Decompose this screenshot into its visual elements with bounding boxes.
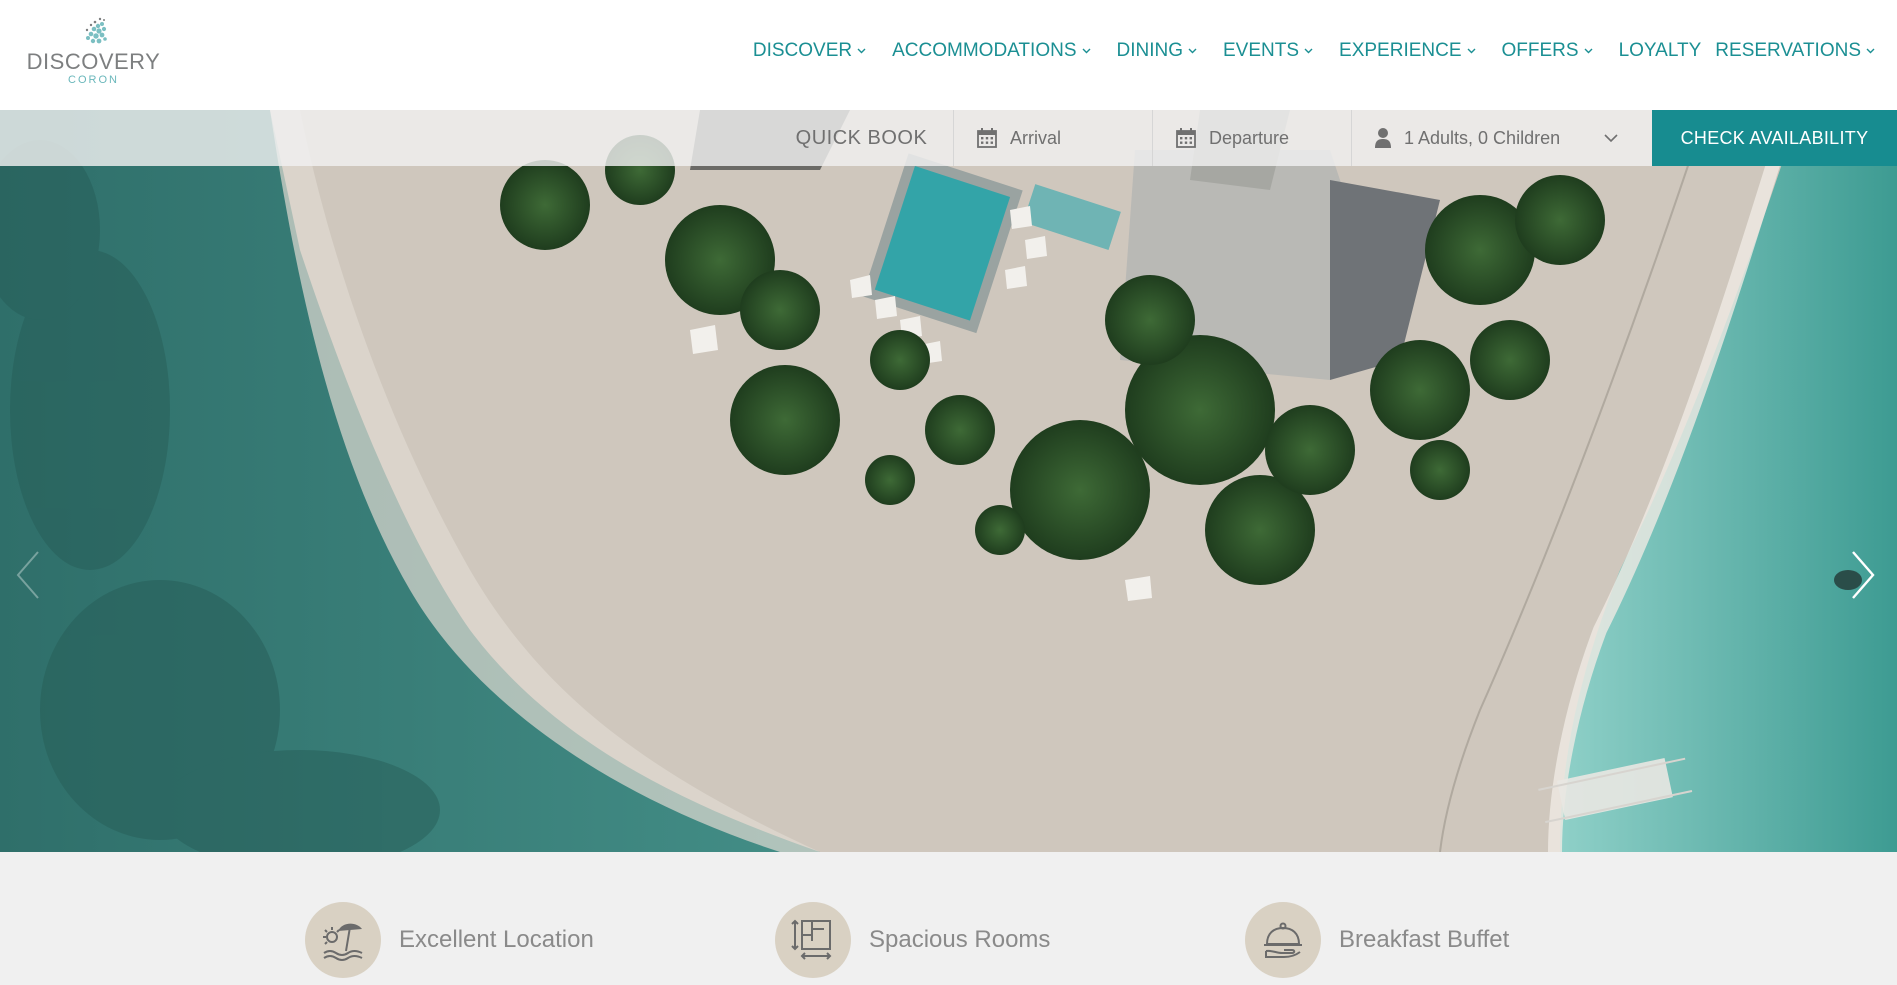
nav-label: OFFERS <box>1501 40 1579 61</box>
main-nav: DISCOVER ACCOMMODATIONS DINING EVENTS EX… <box>753 40 1875 62</box>
nav-reservations[interactable]: RESERVATIONS <box>1715 40 1875 62</box>
nav-dining[interactable]: DINING <box>1117 40 1198 62</box>
beach-umbrella-icon <box>323 923 363 961</box>
nav-events[interactable]: EVENTS <box>1223 40 1313 62</box>
departure-placeholder: Departure <box>1209 127 1290 148</box>
previous-slide-arrow-icon[interactable] <box>14 550 42 600</box>
nav-label: EVENTS <box>1223 40 1300 61</box>
nav-experience[interactable]: EXPERIENCE <box>1339 40 1476 62</box>
check-availability-button[interactable]: CHECK AVAILABILITY <box>1652 110 1897 166</box>
chevron-down-icon <box>1082 48 1090 54</box>
calendar-icon <box>1176 128 1196 148</box>
arrival-placeholder: Arrival <box>1010 127 1062 148</box>
chevron-down-icon <box>1188 48 1197 54</box>
hero-image <box>0 110 1897 852</box>
nav-label: DISCOVER <box>752 40 853 61</box>
guests-selector[interactable]: 1 Adults, 0 Children <box>1352 110 1652 166</box>
feature-label: Spacious Rooms <box>869 926 1051 953</box>
chevron-down-icon <box>1467 48 1476 54</box>
logo-subtitle: CORON <box>68 74 119 86</box>
next-slide-arrow-icon[interactable] <box>1849 550 1877 600</box>
feature-icon-circle <box>775 902 851 978</box>
serving-cloche-icon <box>1264 922 1302 958</box>
feature-icon-circle <box>305 902 381 978</box>
feature-label: Excellent Location <box>399 926 594 953</box>
nav-label: DINING <box>1116 40 1184 61</box>
feature-label: Breakfast Buffet <box>1339 926 1510 953</box>
feature-breakfast-buffet: Breakfast Buffet <box>1245 902 1509 978</box>
arrival-date-field[interactable]: Arrival <box>954 110 1153 166</box>
departure-date-field[interactable]: Departure <box>1153 110 1352 166</box>
logo-title: DISCOVERY <box>26 49 161 74</box>
person-icon <box>1375 128 1391 148</box>
discovery-coron-logo[interactable]: DISCOVERY CORON <box>26 14 161 94</box>
chevron-down-icon <box>857 48 866 54</box>
nav-offers[interactable]: OFFERS <box>1502 40 1593 62</box>
chevron-down-icon <box>1866 48 1875 54</box>
features-strip: Excellent Location Spacious Rooms Breakf… <box>0 852 1897 985</box>
logo-leaf-icon <box>85 17 107 44</box>
calendar-icon <box>977 128 997 148</box>
nav-label: LOYALTY <box>1618 40 1702 61</box>
nav-loyalty[interactable]: LOYALTY <box>1619 40 1702 62</box>
chevron-down-icon <box>1304 48 1313 54</box>
chevron-down-icon <box>1584 48 1593 54</box>
feature-excellent-location: Excellent Location <box>305 902 594 978</box>
nav-accommodations[interactable]: ACCOMMODATIONS <box>892 40 1090 62</box>
hero-slider <box>0 110 1897 852</box>
feature-spacious-rooms: Spacious Rooms <box>775 902 1050 978</box>
nav-label: EXPERIENCE <box>1339 40 1462 61</box>
nav-discover[interactable]: DISCOVER <box>753 40 866 62</box>
quick-book-bar: QUICK BOOK Arrival Departure 1 Adults, 0… <box>0 110 1897 166</box>
quick-book-label: QUICK BOOK <box>770 110 954 166</box>
room-size-icon <box>791 919 832 960</box>
nav-label: RESERVATIONS <box>1715 40 1861 61</box>
chevron-down-icon <box>1604 134 1618 143</box>
nav-label: ACCOMMODATIONS <box>892 40 1077 61</box>
site-header: DISCOVERY CORON DISCOVER ACCOMMODATIONS … <box>0 0 1897 110</box>
feature-icon-circle <box>1245 902 1321 978</box>
guests-value: 1 Adults, 0 Children <box>1404 127 1561 148</box>
